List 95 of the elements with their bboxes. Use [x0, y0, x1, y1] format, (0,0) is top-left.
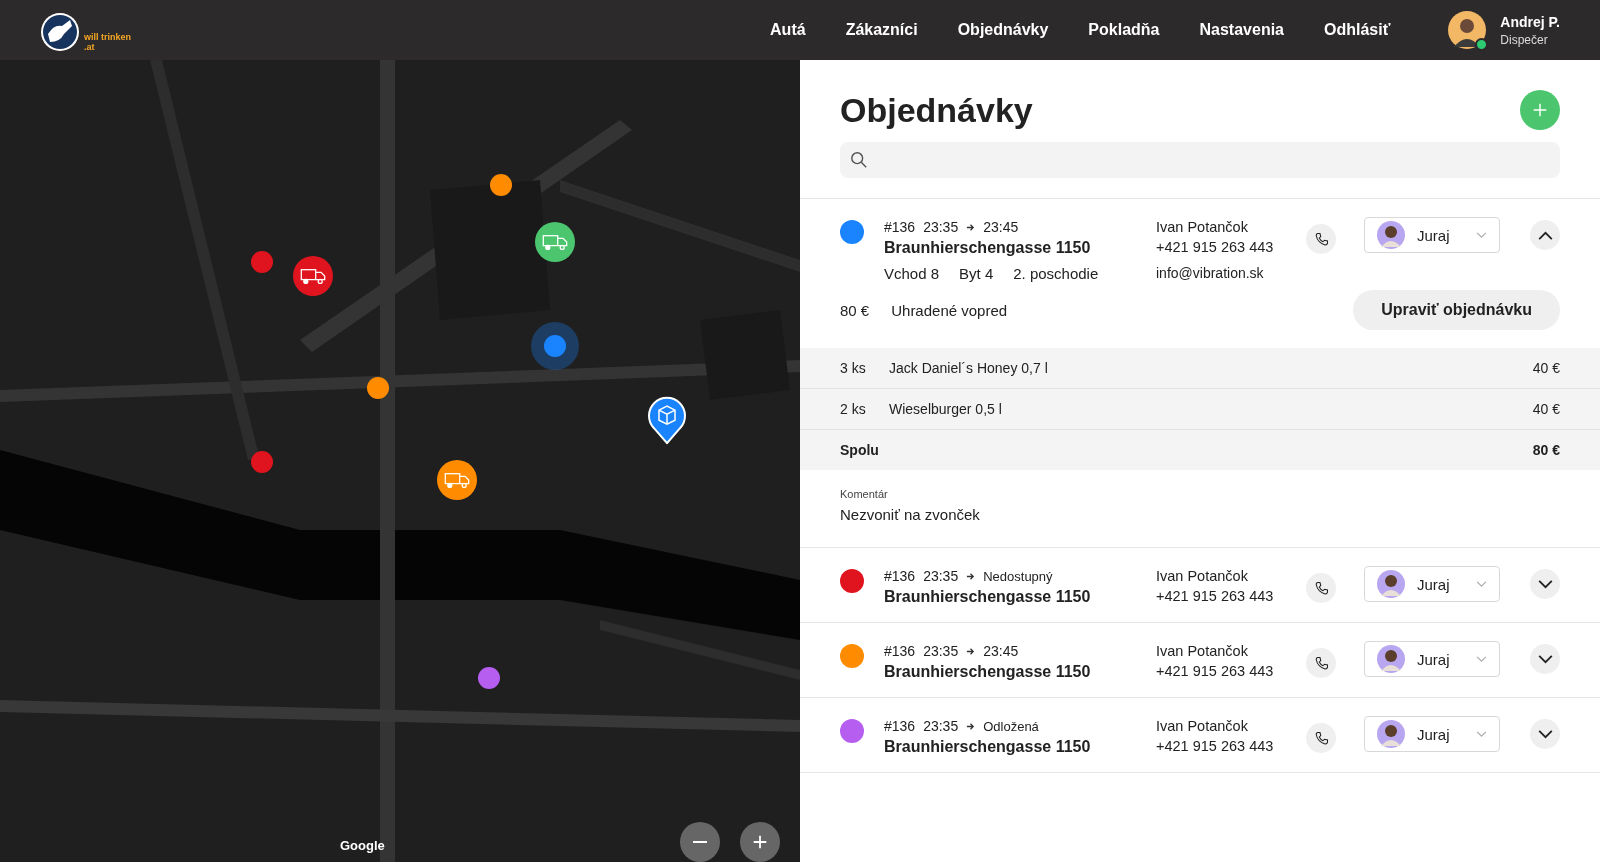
avatar-icon [1377, 720, 1405, 748]
nav-link[interactable]: Autá [770, 21, 806, 39]
courier-select[interactable]: Juraj [1364, 641, 1500, 677]
address: Braunhierschengasse 1150 [884, 738, 1092, 756]
total-label: Spolu [840, 442, 879, 458]
phone-number: +421 915 263 443 [1156, 738, 1275, 754]
item-name: Jack Daniel´s Honey 0,7 l [889, 360, 1048, 376]
chevron-down-icon [1537, 654, 1553, 664]
comment-text: Nezvoniť na zvonček [840, 506, 981, 523]
arrow-right-icon [966, 222, 976, 232]
time-from: 23:35 [923, 219, 959, 235]
total-price: 80 € [1532, 442, 1560, 458]
arrow-right-icon [966, 571, 976, 581]
search-icon [850, 151, 868, 169]
order-number: #136 [884, 219, 916, 235]
item-name: Wieselburger 0,5 l [889, 401, 1002, 417]
search-field[interactable] [840, 142, 1560, 178]
address-detail: Vchod 8 [884, 265, 940, 282]
arrow-right-icon [966, 646, 976, 656]
box-pin-icon[interactable] [647, 396, 687, 445]
phone-icon [1313, 655, 1329, 671]
nav-link[interactable]: Pokladňa [1088, 21, 1160, 39]
caret-icon [1476, 655, 1487, 663]
nav-link[interactable]: Odhlásiť [1324, 21, 1391, 39]
location-marker-icon [531, 322, 579, 370]
courier-select[interactable]: Juraj [1364, 217, 1500, 253]
order-number: #136 [884, 643, 916, 659]
avatar-icon [1377, 645, 1405, 673]
customer-name: Ivan Potančok [1156, 642, 1249, 661]
time-to: 23:45 [983, 219, 1019, 235]
user-name: Andrej P. [1500, 13, 1560, 30]
zoom-out-button[interactable] [680, 822, 720, 862]
chevron-up-icon [1537, 230, 1553, 240]
user-role: Dispečer [1500, 32, 1549, 47]
call-button[interactable] [1306, 648, 1336, 678]
item-quantity: 3 ks [840, 360, 867, 376]
plus-icon [751, 833, 769, 851]
time-from: 23:35 [923, 718, 959, 734]
logo-text: will trinken .at [84, 32, 132, 52]
plus-icon [1531, 101, 1549, 119]
nav-link[interactable]: Objednávky [957, 21, 1049, 39]
time-to: 23:45 [983, 643, 1019, 659]
expand-toggle-button[interactable] [1530, 220, 1560, 250]
email: info@vibration.sk [1156, 265, 1265, 281]
minus-icon [692, 841, 708, 843]
phone-number: +421 915 263 443 [1156, 588, 1275, 604]
order-number: #136 [884, 568, 916, 584]
expand-toggle-button[interactable] [1530, 569, 1560, 599]
avatar-icon [1448, 11, 1487, 49]
expand-toggle-button[interactable] [1530, 644, 1560, 674]
caret-icon [1476, 730, 1487, 738]
courier-select[interactable]: Juraj [1364, 716, 1500, 752]
item-quantity: 2 ks [840, 401, 867, 417]
zoom-in-button[interactable] [740, 822, 780, 862]
arrow-right-icon [966, 721, 976, 731]
address: Braunhierschengasse 1150 [884, 588, 1092, 606]
expand-toggle-button[interactable] [1530, 719, 1560, 749]
phone-number: +421 915 263 443 [1156, 663, 1275, 679]
call-button[interactable] [1306, 224, 1336, 254]
page-title: Objednávky [840, 90, 1033, 130]
courier-select[interactable]: Juraj [1364, 566, 1500, 602]
order-price: 80 € [840, 301, 870, 319]
customer-name: Ivan Potančok [1156, 218, 1249, 237]
time-from: 23:35 [923, 643, 959, 659]
caret-icon [1476, 231, 1487, 239]
phone-icon [1313, 580, 1329, 596]
time-from: 23:35 [923, 568, 959, 584]
map-attribution: Google [340, 838, 385, 853]
address-detail: 2. poschodie [1013, 265, 1099, 282]
phone-number: +421 915 263 443 [1156, 239, 1275, 255]
phone-icon [1313, 231, 1329, 247]
phone-icon [1313, 730, 1329, 746]
avatar-icon [1377, 221, 1405, 249]
avatar-icon [1377, 570, 1405, 598]
item-price: 40 € [1532, 401, 1560, 417]
call-button[interactable] [1306, 573, 1336, 603]
payment-status: Uhradené vopred [891, 301, 1008, 319]
caret-icon [1476, 580, 1487, 588]
address: Braunhierschengasse 1150 [884, 663, 1092, 681]
address-detail: Byt 4 [959, 265, 994, 282]
customer-name: Ivan Potančok [1156, 567, 1249, 586]
address: Braunhierschengasse 1150 [884, 239, 1092, 257]
nav-link[interactable]: Zákazníci [845, 21, 918, 39]
edit-order-button[interactable]: Upraviť objednávku [1353, 290, 1560, 330]
logo-icon [40, 12, 80, 52]
customer-name: Ivan Potančok [1156, 717, 1249, 736]
time-to: Odložená [983, 718, 1039, 734]
chevron-down-icon [1537, 729, 1553, 739]
call-button[interactable] [1306, 723, 1336, 753]
time-to: Nedostupný [983, 568, 1053, 584]
comment-label: Komentár [840, 488, 889, 500]
item-price: 40 € [1532, 360, 1560, 376]
nav-link[interactable]: Nastavenia [1199, 21, 1284, 39]
chevron-down-icon [1537, 579, 1553, 589]
order-number: #136 [884, 718, 916, 734]
